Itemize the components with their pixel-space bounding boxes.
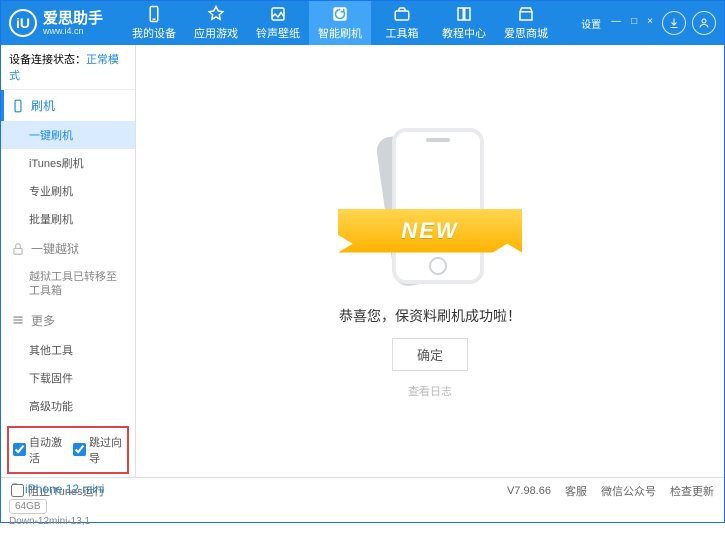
jailbreak-moved-note: 越狱工具已转移至工具箱 (1, 264, 135, 305)
success-illustration: NEW (330, 124, 530, 294)
version-label: V7.98.66 (507, 485, 551, 497)
sidebar: 设备连接状态：正常模式 刷机 一键刷机 iTunes刷机 专业刷机 批量刷机 一… (1, 45, 136, 477)
menu-icon (11, 313, 25, 327)
download-button[interactable] (662, 11, 686, 35)
nav-label: 教程中心 (442, 25, 486, 41)
connection-status: 设备连接状态：正常模式 (1, 45, 135, 90)
app-name: 爱思助手 (43, 11, 103, 26)
nav-label: 工具箱 (386, 25, 419, 41)
sidebar-cat-flash[interactable]: 刷机 (1, 90, 135, 121)
check-update-link[interactable]: 检查更新 (670, 483, 714, 499)
phone-icon (145, 5, 163, 23)
device-firmware: Down-12mini-13,1 (9, 516, 127, 527)
sidebar-cat-more[interactable]: 更多 (1, 305, 135, 336)
nav-smart-flash[interactable]: 智能刷机 (309, 1, 371, 45)
new-ribbon: NEW (338, 209, 522, 253)
ok-button[interactable]: 确定 (392, 338, 468, 371)
nav-label: 应用游戏 (194, 25, 238, 41)
app-logo-icon: iU (9, 9, 37, 37)
nav-apps-games[interactable]: 应用游戏 (185, 1, 247, 45)
wallpaper-icon (269, 5, 287, 23)
toolbox-icon (393, 5, 411, 23)
app-url: www.i4.cn (43, 26, 103, 36)
apps-icon (207, 5, 225, 23)
sidebar-sub-itunes-flash[interactable]: iTunes刷机 (1, 149, 135, 177)
nav-toolbox[interactable]: 工具箱 (371, 1, 433, 45)
sidebar-cat-jailbreak[interactable]: 一键越狱 (1, 233, 135, 264)
phone-front-shape (392, 128, 484, 284)
success-message: 恭喜您，保资料刷机成功啦！ (339, 306, 521, 326)
title-bar: iU 爱思助手 www.i4.cn 我的设备 应用游戏 铃声壁纸 智能刷机 工具… (1, 1, 724, 45)
nav-store[interactable]: 爱思商城 (495, 1, 557, 45)
maximize-button[interactable]: □ (628, 14, 640, 33)
nav-label: 铃声壁纸 (256, 25, 300, 41)
book-icon (455, 5, 473, 23)
settings-button[interactable]: 设置 (578, 14, 604, 33)
refresh-icon (331, 5, 349, 23)
view-log-link[interactable]: 查看日志 (408, 383, 452, 399)
minimize-button[interactable]: — (608, 14, 624, 33)
skip-guide-checkbox[interactable]: 跳过向导 (73, 434, 123, 466)
nav-label: 我的设备 (132, 25, 176, 41)
phone-icon (11, 99, 25, 113)
cat-label: 一键越狱 (31, 240, 79, 257)
nav-label: 爱思商城 (504, 25, 548, 41)
account-button[interactable] (692, 11, 716, 35)
top-nav: 我的设备 应用游戏 铃声壁纸 智能刷机 工具箱 教程中心 爱思商城 (123, 1, 557, 45)
sidebar-sub-batch-flash[interactable]: 批量刷机 (1, 205, 135, 233)
device-storage-badge: 64GB (9, 499, 47, 514)
window-controls: 设置 — □ × (578, 14, 656, 33)
support-link[interactable]: 客服 (565, 483, 587, 499)
lock-icon (11, 242, 25, 256)
sidebar-sub-oneclick-flash[interactable]: 一键刷机 (1, 121, 135, 149)
download-icon (668, 17, 680, 29)
flash-options-highlight: 自动激活 跳过向导 (7, 426, 129, 474)
user-icon (698, 17, 710, 29)
checkbox-label: 阻止iTunes运行 (28, 483, 105, 499)
sidebar-sub-other-tools[interactable]: 其他工具 (1, 336, 135, 364)
block-itunes-checkbox[interactable]: 阻止iTunes运行 (11, 483, 105, 499)
store-icon (517, 5, 535, 23)
main-content: NEW 恭喜您，保资料刷机成功啦！ 确定 查看日志 (136, 45, 724, 477)
close-button[interactable]: × (644, 14, 656, 33)
sidebar-sub-pro-flash[interactable]: 专业刷机 (1, 177, 135, 205)
sidebar-sub-download-firmware[interactable]: 下载固件 (1, 364, 135, 392)
conn-label: 设备连接状态： (9, 54, 86, 66)
cat-label: 更多 (31, 312, 55, 329)
cat-label: 刷机 (31, 97, 55, 114)
nav-ringtones[interactable]: 铃声壁纸 (247, 1, 309, 45)
wechat-link[interactable]: 微信公众号 (601, 483, 656, 499)
brand-block: 爱思助手 www.i4.cn (43, 11, 103, 36)
checkbox-label: 跳过向导 (89, 434, 123, 466)
checkbox-label: 自动激活 (29, 434, 63, 466)
nav-my-device[interactable]: 我的设备 (123, 1, 185, 45)
sidebar-sub-advanced[interactable]: 高级功能 (1, 392, 135, 420)
nav-tutorials[interactable]: 教程中心 (433, 1, 495, 45)
nav-label: 智能刷机 (318, 25, 362, 41)
auto-activate-checkbox[interactable]: 自动激活 (13, 434, 63, 466)
